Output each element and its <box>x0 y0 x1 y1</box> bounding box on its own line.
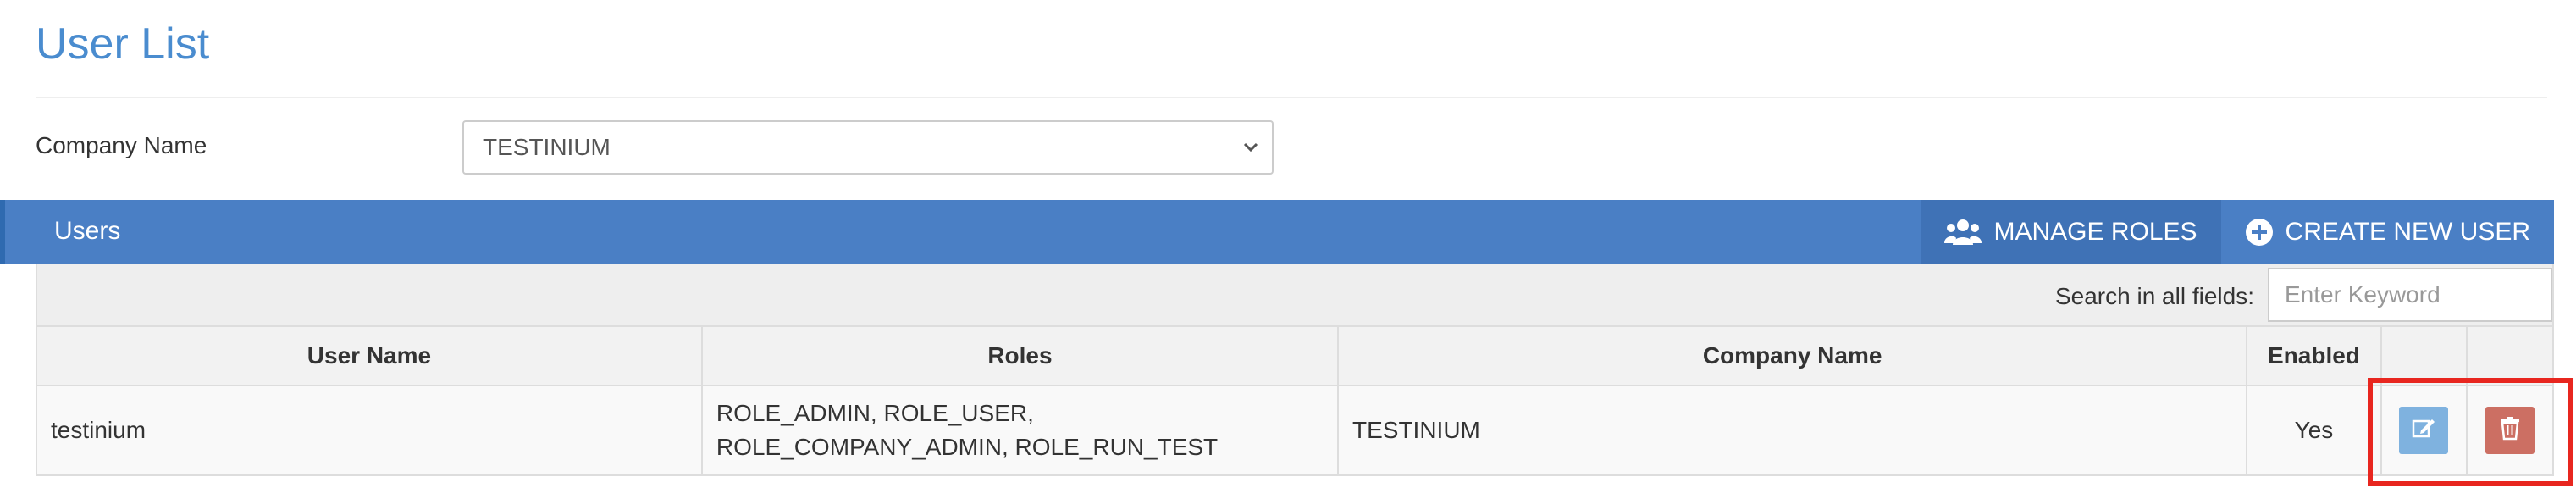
users-group-icon <box>1944 218 1982 247</box>
search-label: Search in all fields: <box>2054 283 2254 309</box>
manage-roles-button[interactable]: MANAGE ROLES <box>1921 200 2221 264</box>
panel-actions: MANAGE ROLES CREATE NEW USER <box>1921 200 2554 264</box>
cell-edit <box>2380 385 2468 476</box>
table-row: testinium ROLE_ADMIN, ROLE_USER, ROLE_CO… <box>36 385 2554 476</box>
cell-roles: ROLE_ADMIN, ROLE_USER, ROLE_COMPANY_ADMI… <box>700 385 1340 476</box>
users-panel-header: Users MANAGE ROLES CREATE NEW USER <box>0 200 2554 264</box>
header-roles[interactable]: Roles <box>700 325 1340 386</box>
create-new-user-label: CREATE NEW USER <box>2285 218 2530 246</box>
edit-icon <box>2411 415 2436 446</box>
header-enabled[interactable]: Enabled <box>2246 325 2382 386</box>
page-title: User List <box>36 19 210 69</box>
cell-enabled: Yes <box>2246 385 2382 476</box>
search-input[interactable]: Enter Keyword <box>2268 268 2552 322</box>
trash-icon <box>2498 415 2522 446</box>
cell-delete <box>2466 385 2554 476</box>
users-table: User Name Roles Company Name Enabled tes… <box>36 325 2554 476</box>
manage-roles-label: MANAGE ROLES <box>1993 218 2197 246</box>
company-select[interactable]: TESTINIUM <box>462 120 1274 175</box>
plus-circle-icon <box>2245 218 2274 247</box>
users-panel-title: Users <box>54 217 121 245</box>
header-user-name[interactable]: User Name <box>36 325 703 386</box>
table-header-row: User Name Roles Company Name Enabled <box>36 325 2554 386</box>
cell-company-name: TESTINIUM <box>1336 385 2248 476</box>
header-edit <box>2380 325 2468 386</box>
create-new-user-button[interactable]: CREATE NEW USER <box>2220 200 2554 264</box>
delete-button[interactable] <box>2485 407 2535 454</box>
header-company-name[interactable]: Company Name <box>1336 325 2248 386</box>
panel-accent <box>0 200 5 264</box>
header-delete <box>2466 325 2554 386</box>
company-select-value: TESTINIUM <box>483 134 611 160</box>
company-name-label: Company Name <box>36 132 207 158</box>
chevron-down-icon <box>1243 122 1258 191</box>
cell-user-name: testinium <box>36 385 703 476</box>
search-row: Search in all fields: Enter Keyword <box>36 264 2554 325</box>
title-divider <box>36 97 2547 98</box>
edit-button[interactable] <box>2399 407 2449 454</box>
